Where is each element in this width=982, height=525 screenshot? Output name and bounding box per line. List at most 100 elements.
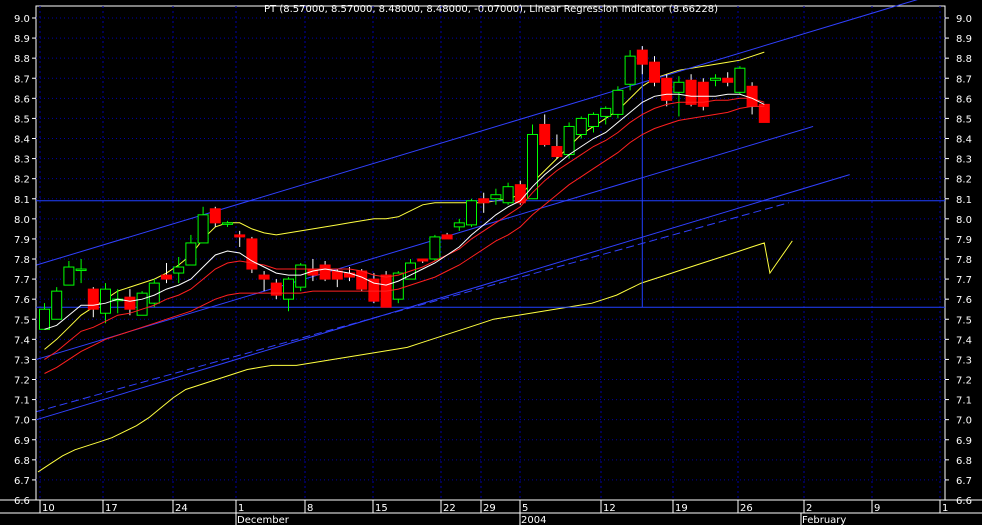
y-tick-label-right: 7.0 xyxy=(956,416,972,427)
y-tick-label-right: 8.5 xyxy=(956,114,972,125)
candle-body-down xyxy=(649,61,660,83)
candle-body-up xyxy=(734,67,746,93)
y-tick-label-left: 7.4 xyxy=(14,335,30,346)
candle-body-down xyxy=(539,123,551,146)
candle-body-up xyxy=(197,214,209,244)
y-tick-label-left: 7.6 xyxy=(14,295,30,306)
y-tick-label-left: 7.8 xyxy=(14,255,30,266)
x-tick-label: 5 xyxy=(522,503,528,514)
month-label: December xyxy=(237,515,290,525)
y-tick-label-right: 7.1 xyxy=(956,396,972,407)
candle-body-down xyxy=(234,234,246,238)
y-tick-label-right: 8.0 xyxy=(956,215,972,226)
y-tick-label-right: 8.3 xyxy=(956,155,972,166)
y-tick-label-right: 7.9 xyxy=(956,235,972,246)
candle-body-up xyxy=(429,236,441,260)
month-label: February xyxy=(802,515,846,525)
y-tick-label-left: 7.3 xyxy=(14,355,30,366)
x-tick-label: 17 xyxy=(105,503,118,514)
y-tick-label-right: 9.0 xyxy=(956,14,972,25)
candle-body-up xyxy=(466,200,477,226)
y-tick-label-right: 6.6 xyxy=(956,496,972,507)
y-tick-label-left: 7.2 xyxy=(14,376,30,387)
candle-body-down xyxy=(661,77,673,101)
x-tick-label: 29 xyxy=(483,503,496,514)
y-tick-label-right: 7.8 xyxy=(956,255,972,266)
x-tick-label: 9 xyxy=(874,503,880,514)
candle-body-down xyxy=(758,103,770,123)
candle-body-up xyxy=(222,222,233,225)
y-tick-label-left: 8.9 xyxy=(14,34,30,45)
y-tick-label-left: 6.7 xyxy=(14,476,30,487)
candle-body-up xyxy=(588,113,599,127)
x-tick-label: 19 xyxy=(675,503,688,514)
candle-body-up xyxy=(575,117,587,135)
x-tick-label: 10 xyxy=(42,503,55,514)
y-tick-label-right: 8.1 xyxy=(956,195,972,206)
chart-background xyxy=(0,0,982,525)
candle-body-up xyxy=(173,266,185,274)
price-chart: PT (8.57000, 8.57000, 8.48000, 8.48000, … xyxy=(0,0,982,525)
y-tick-label-right: 8.9 xyxy=(956,34,972,45)
y-tick-label-left: 8.4 xyxy=(14,135,30,146)
y-tick-label-left: 7.1 xyxy=(14,396,30,407)
candle-body-up xyxy=(295,264,307,288)
x-tick-label: 8 xyxy=(307,503,313,514)
candle-body-up xyxy=(392,272,404,300)
x-tick-label: 2 xyxy=(806,503,812,514)
candle-body-up xyxy=(612,89,624,115)
y-tick-label-right: 8.2 xyxy=(956,175,972,186)
y-tick-label-right: 7.5 xyxy=(956,315,972,326)
candle-body-up xyxy=(673,81,685,93)
y-tick-label-right: 6.8 xyxy=(956,456,972,467)
y-tick-label-right: 7.3 xyxy=(956,355,972,366)
y-tick-label-right: 7.7 xyxy=(956,275,972,286)
candle-body-down xyxy=(246,238,258,270)
x-tick-label: 1 xyxy=(942,503,948,514)
candle-body-down xyxy=(209,208,221,224)
y-tick-label-left: 7.7 xyxy=(14,275,30,286)
candle-body-up xyxy=(710,77,721,81)
candle-body-down xyxy=(319,264,331,280)
y-tick-label-right: 8.8 xyxy=(956,54,972,65)
candle-body-up xyxy=(75,268,87,272)
candle-body-up xyxy=(136,292,148,316)
x-tick-label: 1 xyxy=(238,503,244,514)
candle-body-down xyxy=(722,77,734,83)
y-tick-label-left: 8.3 xyxy=(14,155,30,166)
y-tick-label-left: 6.6 xyxy=(14,496,30,507)
y-tick-label-right: 8.4 xyxy=(956,135,972,146)
y-tick-label-left: 8.0 xyxy=(14,215,30,226)
candle-body-down xyxy=(746,85,758,107)
y-tick-label-left: 7.5 xyxy=(14,315,30,326)
candle-body-down xyxy=(344,272,355,278)
candle-body-down xyxy=(685,79,697,105)
candle-body-up xyxy=(624,55,636,85)
y-tick-label-right: 8.6 xyxy=(956,94,972,105)
y-tick-label-left: 9.0 xyxy=(14,14,30,25)
candle-body-down xyxy=(356,270,368,290)
x-tick-label: 15 xyxy=(375,503,388,514)
y-tick-label-left: 8.5 xyxy=(14,114,30,125)
candle-body-up xyxy=(63,266,75,286)
x-tick-label: 24 xyxy=(175,503,188,514)
y-tick-label-left: 7.9 xyxy=(14,235,30,246)
candle-body-down xyxy=(636,49,648,65)
y-tick-label-left: 8.2 xyxy=(14,175,30,186)
candle-body-up xyxy=(600,107,612,117)
candle-body-down xyxy=(368,278,380,302)
candle-body-up xyxy=(283,278,294,300)
x-tick-label: 12 xyxy=(603,503,616,514)
candle-body-up xyxy=(185,242,197,266)
candle-body-up xyxy=(39,308,50,330)
y-tick-label-left: 7.0 xyxy=(14,416,30,427)
candle-body-down xyxy=(258,274,270,280)
month-label: 2004 xyxy=(521,515,546,525)
candle-body-down xyxy=(161,274,172,280)
y-tick-label-left: 6.9 xyxy=(14,436,30,447)
candle-body-down xyxy=(441,234,453,240)
y-tick-label-right: 6.7 xyxy=(956,476,972,487)
candle-body-up xyxy=(563,125,575,156)
candle-body-down xyxy=(478,198,490,204)
y-tick-label-right: 7.4 xyxy=(956,335,972,346)
